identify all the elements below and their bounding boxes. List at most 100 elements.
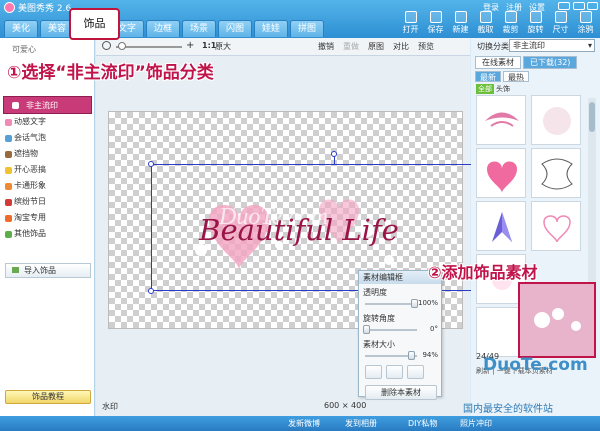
original-size-button[interactable]: 原大	[215, 41, 231, 52]
tab-doll[interactable]: 娃娃	[254, 20, 288, 37]
material-thumb[interactable]	[476, 95, 526, 145]
category-dropdown[interactable]: 非主流印	[509, 39, 595, 52]
rotate-button[interactable]: 旋转	[523, 11, 548, 35]
material-thumb[interactable]	[531, 201, 581, 251]
size-label: 素材大小	[363, 340, 395, 349]
main-tabs: 美化 美容 文字 边框 场景 闪图 娃娃 拼图	[4, 20, 326, 38]
resize-handle-bottom-left[interactable]	[148, 288, 154, 294]
category-list: 非主流印 动感文字 会话气泡 遮挡物 开心恶搞 卡通形象 缤纷节日 淘宝专用 其…	[0, 96, 95, 242]
album-link[interactable]: 发到相册	[345, 418, 377, 429]
material-tabs: 在线素材 已下载(32)	[475, 56, 578, 69]
highlighted-material[interactable]	[518, 282, 596, 358]
new-button[interactable]: 新建	[448, 11, 473, 35]
original-button[interactable]: 原图	[368, 41, 384, 52]
flip-vertical-icon[interactable]	[386, 365, 403, 379]
save-button[interactable]: 保存	[423, 11, 448, 35]
opacity-slider[interactable]: 100%	[359, 298, 441, 310]
canvas-area: + 1:1 原大 撤销 重做 原图 对比 预览 DuoTe.com Beauti…	[96, 38, 491, 416]
capture-icon	[479, 11, 492, 23]
minimize-icon[interactable]	[558, 2, 570, 10]
open-button[interactable]: 打开	[398, 11, 423, 35]
brush-icon	[579, 11, 592, 23]
size-value: 94%	[422, 351, 438, 359]
flip-horizontal-icon[interactable]	[365, 365, 382, 379]
opacity-knob[interactable]	[411, 299, 418, 308]
opacity-value: 100%	[417, 299, 438, 307]
category-other[interactable]: 其他饰品	[0, 226, 95, 242]
category-nonmainstream[interactable]: 非主流印	[3, 96, 92, 114]
preview-button[interactable]: 预览	[418, 41, 434, 52]
category-cartoon[interactable]: 卡通形象	[0, 178, 95, 194]
tab-beautify[interactable]: 美化	[4, 20, 38, 37]
tutorial-button[interactable]: 饰品教程	[5, 390, 91, 404]
category-panel: 可爱心 非主流印 动感文字 会话气泡 遮挡物 开心恶搞 卡通形象 缤纷节日 淘宝…	[0, 38, 95, 416]
app-title: 美图秀秀 2.6	[18, 4, 72, 14]
rotate-slider[interactable]: 0°	[359, 324, 441, 336]
category-dynamic-text[interactable]: 动感文字	[0, 114, 95, 130]
crop-icon	[504, 11, 517, 23]
delete-material-button[interactable]: 删除本素材	[365, 385, 437, 400]
rotate-value: 0°	[430, 325, 438, 333]
tab-collage[interactable]: 拼图	[290, 20, 324, 37]
close-icon[interactable]	[587, 2, 598, 10]
tab-frame[interactable]: 边框	[146, 20, 180, 37]
open-icon	[404, 11, 417, 23]
tab-flash[interactable]: 闪图	[218, 20, 252, 37]
new-icon	[454, 11, 467, 23]
category-cover[interactable]: 遮挡物	[0, 146, 95, 162]
copy-icon[interactable]	[407, 365, 424, 379]
sort-tabs: 最新 最热	[475, 71, 529, 82]
sort-latest[interactable]: 最新	[475, 71, 501, 82]
site-brand: DuoTe.com	[483, 355, 588, 375]
zoom-slider-knob[interactable]	[118, 42, 126, 50]
post-weibo-link[interactable]: 发新微博	[288, 418, 320, 429]
tab-accessories[interactable]: 饰品	[69, 8, 120, 40]
material-thumb[interactable]	[531, 148, 581, 198]
import-accessory-button[interactable]: 导入饰品	[5, 263, 91, 278]
zoom-in-icon[interactable]: +	[186, 40, 194, 51]
sort-hot[interactable]: 最热	[503, 71, 529, 82]
tab-scene[interactable]: 场景	[182, 20, 216, 37]
undo-button[interactable]: 撤销	[318, 41, 334, 52]
compare-button[interactable]: 对比	[393, 41, 409, 52]
material-thumb[interactable]	[476, 201, 526, 251]
tab-online-material[interactable]: 在线素材	[475, 56, 521, 69]
print-link[interactable]: 照片冲印	[460, 418, 492, 429]
material-thumb[interactable]	[531, 95, 581, 145]
maximize-icon[interactable]	[573, 2, 585, 10]
tab-downloaded[interactable]: 已下载(32)	[523, 56, 578, 69]
app-logo-icon	[4, 2, 15, 13]
doodle-button[interactable]: 涂鸦	[573, 11, 598, 35]
crop-button[interactable]: 裁剪	[498, 11, 523, 35]
category-holiday[interactable]: 缤纷节日	[0, 194, 95, 210]
rotate-track	[365, 329, 417, 331]
size-icon	[554, 11, 567, 23]
status-bar: 发新微博 发到相册 DIY私物 照片冲印	[0, 416, 600, 431]
material-filter: 全部 头饰	[476, 84, 510, 94]
annotation-step2: ②添加饰品素材	[428, 263, 538, 282]
site-slogan: 国内最安全的软件站	[463, 404, 553, 415]
resize-handle-top-left[interactable]	[148, 161, 154, 167]
watermark-label[interactable]: 水印	[102, 401, 118, 412]
rotate-icon	[529, 11, 542, 23]
material-editor-panel: 素材编辑框 透明度 100% 旋转角度 0° 素材大小 94% 删除本素材	[358, 270, 442, 400]
diy-link[interactable]: DIY私物	[408, 418, 437, 429]
category-speech-bubble[interactable]: 会话气泡	[0, 130, 95, 146]
zoom-out-icon[interactable]	[102, 41, 111, 50]
toolbar: 打开 保存 新建 截取 裁剪 旋转 尺寸 涂鸦	[398, 11, 598, 35]
size-slider[interactable]: 94%	[359, 350, 441, 362]
category-top-item[interactable]: 可爱心	[12, 44, 36, 55]
size-knob[interactable]	[408, 351, 416, 360]
size-button[interactable]: 尺寸	[548, 11, 573, 35]
rotate-handle[interactable]	[331, 151, 337, 157]
rotate-knob[interactable]	[363, 325, 370, 334]
material-thumb[interactable]	[476, 148, 526, 198]
redo-button[interactable]: 重做	[343, 41, 359, 52]
filter-all[interactable]: 全部	[476, 84, 494, 94]
capture-button[interactable]: 截取	[473, 11, 498, 35]
filter-headwear[interactable]: 头饰	[496, 85, 510, 93]
zoom-bar: + 1:1 原大 撤销 重做 原图 对比 预览	[96, 38, 470, 56]
category-taobao[interactable]: 淘宝专用	[0, 210, 95, 226]
category-funny[interactable]: 开心恶搞	[0, 162, 95, 178]
editor-tools	[359, 365, 441, 379]
